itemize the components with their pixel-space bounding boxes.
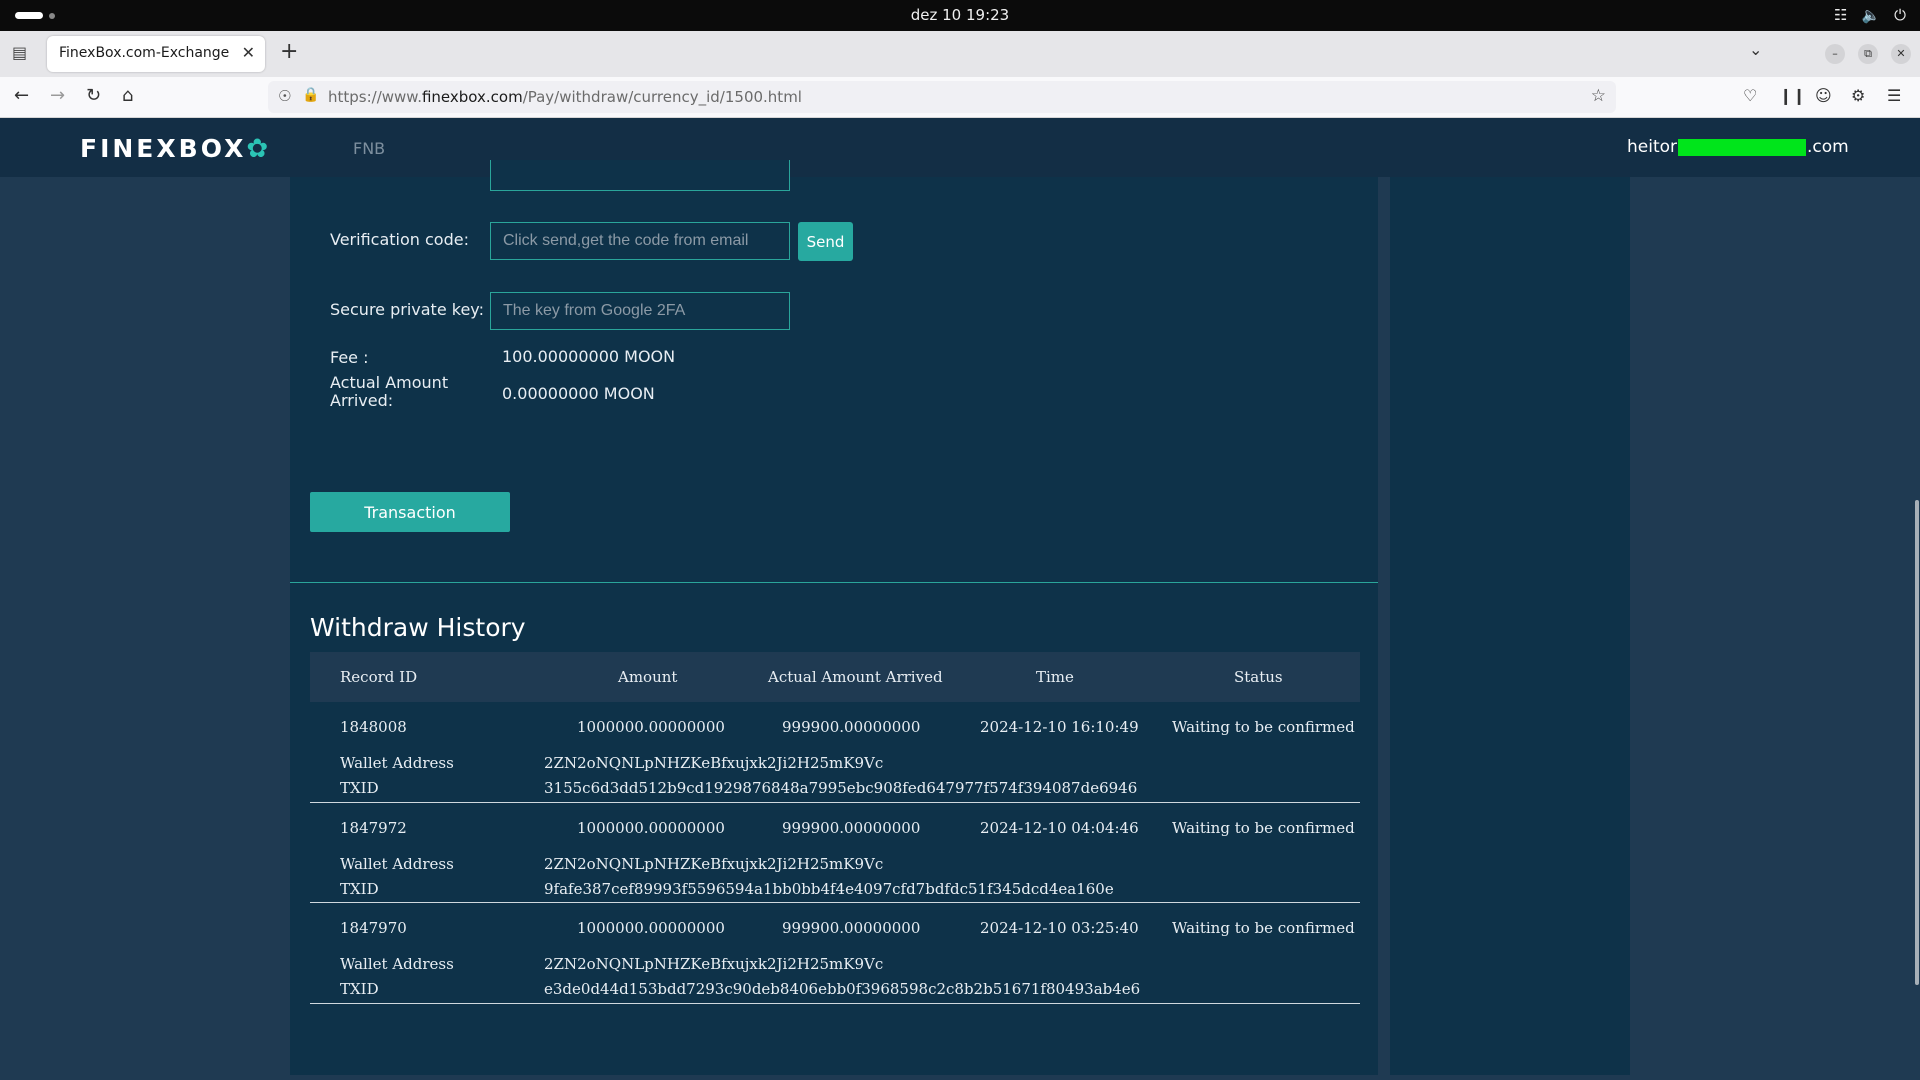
account-icon[interactable]: ☺ [1815, 86, 1832, 105]
star-icon[interactable]: ☆ [1591, 86, 1606, 106]
table-row: 1848008 1000000.00000000 999900.00000000… [310, 702, 1360, 803]
txid-label: TXID [340, 980, 379, 998]
url-prefix: https://www. [328, 88, 422, 106]
actual-amount-label-line2: Arrived: [330, 391, 394, 410]
history-table-header: Record ID Amount Actual Amount Arrived T… [310, 652, 1360, 702]
system-top-bar: dez 10 19:23 ☷ 🔈 ⏻ [0, 0, 1920, 31]
withdraw-history-title: Withdraw History [310, 613, 526, 642]
window-close-icon[interactable]: ✕ [1891, 44, 1911, 64]
browser-tab-strip: ▤ FinexBox.com-Exchange list ✕ + ⌄ – ⧉ ✕ [0, 31, 1920, 77]
volume-icon[interactable]: 🔈 [1861, 6, 1880, 24]
wallet-label: Wallet Address [340, 754, 454, 772]
url-text[interactable]: https://www.finexbox.com/Pay/withdraw/cu… [328, 88, 802, 106]
wallet-address: 2ZN2oNQNLpNHZKeBfxujxk2Ji2H25mK9Vc [544, 854, 884, 873]
site-logo[interactable]: FINEXBOX✿ [80, 134, 271, 164]
system-clock[interactable]: dez 10 19:23 [0, 6, 1920, 24]
actual-amount-label: Actual Amount Arrived: [330, 374, 448, 410]
reload-icon[interactable]: ↻ [86, 85, 101, 106]
home-icon[interactable]: ⌂ [122, 85, 133, 106]
status: Waiting to be confirmed [1172, 919, 1355, 937]
time: 2024-12-10 04:04:46 [980, 818, 1139, 837]
status: Waiting to be confirmed [1172, 818, 1355, 837]
history-table-body: 1848008 1000000.00000000 999900.00000000… [310, 702, 1360, 1004]
record-id: 1848008 [340, 718, 407, 736]
page-scrollbar[interactable] [1915, 500, 1919, 985]
fee-label: Fee : [330, 348, 369, 367]
actual-amount-label-line1: Actual Amount [330, 373, 449, 392]
email-suffix: .com [1807, 137, 1849, 157]
tab-title: FinexBox.com-Exchange list [59, 45, 235, 61]
txid-label: TXID [340, 879, 379, 898]
redaction-bar [1678, 138, 1807, 156]
txid: 3155c6d3dd512b9cd1929876848a7995ebc908fe… [544, 779, 1138, 797]
menu-icon[interactable]: ☰ [1887, 86, 1901, 105]
chevron-down-icon[interactable]: ⌄ [1749, 40, 1762, 59]
system-tray[interactable]: ☷ 🔈 ⏻ [1834, 6, 1906, 24]
close-icon[interactable]: ✕ [242, 43, 255, 62]
url-bar[interactable]: ☉ 🔒 https://www.finexbox.com/Pay/withdra… [268, 81, 1616, 113]
time: 2024-12-10 16:10:49 [980, 718, 1139, 736]
arrow-right-icon[interactable]: → [50, 85, 65, 106]
actual-amount: 999900.00000000 [782, 919, 921, 937]
tab-overview-icon[interactable]: ▤ [12, 43, 27, 62]
url-host: finexbox.com [421, 88, 523, 106]
fee-value: 100.00000000 MOON [502, 347, 676, 366]
arrow-left-icon[interactable]: ← [14, 85, 29, 106]
library-icon[interactable]: ❙❙ [1779, 86, 1806, 105]
secure-key-label: Secure private key: [330, 300, 484, 319]
plus-icon[interactable]: + [280, 39, 298, 64]
time: 2024-12-10 03:25:40 [980, 919, 1139, 937]
table-row: 1847972 1000000.00000000 999900.00000000… [310, 803, 1360, 903]
site-header: FINEXBOX✿ FNB heitor .com [0, 118, 1920, 177]
amount: 1000000.00000000 [577, 718, 725, 736]
network-icon[interactable]: ☷ [1834, 6, 1847, 24]
wallet-label: Wallet Address [340, 955, 454, 973]
shield-icon[interactable]: ☉ [278, 87, 291, 105]
column-status: Status [1234, 668, 1283, 686]
actual-amount: 999900.00000000 [782, 818, 921, 837]
logo-text: FINEXBOX [80, 134, 247, 163]
column-record-id: Record ID [340, 668, 418, 686]
side-panel [1390, 177, 1630, 1075]
txid: e3de0d44d153bdd7293c90deb8406ebb0f396859… [544, 980, 1141, 998]
secure-key-input[interactable]: The key from Google 2FA [490, 292, 790, 330]
record-id: 1847970 [340, 919, 407, 937]
wallet-address: 2ZN2oNQNLpNHZKeBfxujxk2Ji2H25mK9Vc [544, 955, 884, 973]
maximize-icon[interactable]: ⧉ [1858, 44, 1878, 64]
txid-label: TXID [340, 779, 379, 797]
power-icon[interactable]: ⏻ [1894, 6, 1906, 24]
actual-amount-value: 0.00000000 MOON [502, 384, 655, 403]
column-time: Time [1036, 668, 1074, 686]
user-email[interactable]: heitor .com [1627, 137, 1849, 157]
record-id: 1847972 [340, 818, 407, 837]
leaf-icon: ✿ [246, 134, 272, 164]
amount: 1000000.00000000 [577, 919, 725, 937]
pocket-icon[interactable]: ♡ [1743, 86, 1757, 105]
status: Waiting to be confirmed [1172, 718, 1355, 736]
column-actual-amount: Actual Amount Arrived [768, 668, 943, 686]
transaction-button[interactable]: Transaction [310, 492, 510, 532]
amount: 1000000.00000000 [577, 818, 725, 837]
verification-code-label: Verification code: [330, 230, 469, 249]
section-divider [290, 582, 1378, 583]
minimize-icon[interactable]: – [1825, 44, 1845, 64]
table-row: 1847970 1000000.00000000 999900.00000000… [310, 903, 1360, 1004]
column-amount: Amount [618, 668, 678, 686]
actual-amount: 999900.00000000 [782, 718, 921, 736]
txid: 9fafe387cef89993f5596594a1bb0bb4f4e4097c… [544, 879, 1114, 898]
browser-tab[interactable]: FinexBox.com-Exchange list ✕ [47, 36, 265, 72]
wallet-label: Wallet Address [340, 854, 454, 873]
url-path: /Pay/withdraw/currency_id/1500.html [522, 88, 802, 106]
email-prefix: heitor [1627, 137, 1678, 157]
wallet-address: 2ZN2oNQNLpNHZKeBfxujxk2Ji2H25mK9Vc [544, 754, 884, 772]
send-button[interactable]: Send [798, 222, 853, 261]
verification-code-input[interactable]: Click send,get the code from email [490, 222, 790, 260]
lock-icon[interactable]: 🔒 [302, 87, 319, 103]
nav-item-fnb[interactable]: FNB [353, 139, 385, 158]
extensions-icon[interactable]: ⚙ [1851, 86, 1865, 105]
browser-nav-bar: ← → ↻ ⌂ ☉ 🔒 https://www.finexbox.com/Pay… [0, 77, 1920, 118]
amount-input-partial[interactable] [490, 160, 790, 191]
